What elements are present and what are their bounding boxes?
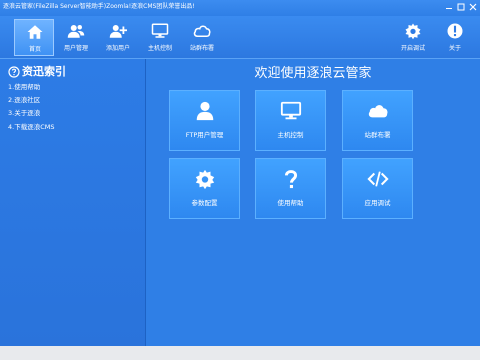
maximize-icon: [457, 3, 465, 11]
cloud-icon: [368, 105, 388, 118]
main-panel: 欢迎使用逐浪云管家 FTP用户管理 主机控制 站群布署 参数配置 使用帮助 应用…: [146, 59, 480, 346]
close-button[interactable]: [467, 1, 479, 13]
toolbar-user-management-label: 用户管理: [63, 45, 88, 52]
window-title: 逐浪云管家(FileZilla Server智能助手)Zoomla!逐浪CMS团…: [3, 3, 195, 10]
sidebar-title-text: 资迅索引: [22, 65, 66, 78]
close-icon: [469, 3, 477, 11]
home-icon: [27, 25, 43, 39]
toolbar-user-management-button[interactable]: 用户管理: [56, 19, 96, 56]
bottom-strip: [0, 346, 480, 360]
tile-app-debug-label: 应用调试: [364, 199, 391, 207]
add-user-icon: [109, 25, 127, 38]
toolbar-debug-label: 开启调试: [400, 45, 425, 52]
toolbar-home-label: 首页: [28, 46, 41, 53]
tile-app-debug[interactable]: 应用调试: [342, 158, 413, 219]
sidebar-item-help[interactable]: 1.使用帮助: [8, 83, 40, 92]
tile-usage-help[interactable]: 使用帮助: [255, 158, 326, 219]
toolbar-host-control-button[interactable]: 主机控制: [140, 19, 180, 56]
tile-host-control-label: 主机控制: [277, 131, 304, 139]
tile-ftp-user-management-label: FTP用户管理: [185, 131, 224, 139]
monitor-icon: [151, 23, 169, 38]
tile-host-control[interactable]: 主机控制: [255, 90, 326, 151]
sidebar-item-download-cms[interactable]: 4.下载逐浪CMS: [8, 123, 54, 132]
question-icon: [284, 170, 298, 189]
maximize-button[interactable]: [455, 1, 467, 13]
sidebar: 资迅索引 1.使用帮助 2.逐浪社区 3.关于逐浪 4.下载逐浪CMS: [0, 59, 146, 346]
tile-ftp-user-management[interactable]: FTP用户管理: [169, 90, 240, 151]
gear-icon: [195, 169, 215, 190]
tile-usage-help-label: 使用帮助: [277, 199, 304, 207]
minimize-icon: [446, 8, 452, 9]
toolbar-about-label: 关于: [448, 45, 461, 52]
toolbar-site-deploy-button[interactable]: 站群布署: [182, 19, 222, 56]
tile-parameter-config-label: 参数配置: [191, 199, 218, 207]
app-window: 逐浪云管家(FileZilla Server智能助手)Zoomla!逐浪CMS团…: [0, 0, 480, 346]
welcome-heading: 欢迎使用逐浪云管家: [254, 66, 372, 81]
toolbar-site-deploy-label: 站群布署: [189, 45, 214, 52]
cloud-icon: [193, 25, 211, 37]
toolbar-about-button[interactable]: 关于: [435, 19, 475, 56]
monitor-icon: [280, 101, 302, 120]
toolbar-add-user-button[interactable]: 添加用户: [98, 19, 138, 56]
toolbar-debug-button[interactable]: 开启调试: [393, 19, 433, 56]
minimize-button[interactable]: [443, 1, 455, 13]
code-icon: [367, 171, 389, 187]
info-icon: [447, 23, 463, 39]
user-icon: [196, 101, 214, 121]
users-icon: [67, 25, 85, 38]
tile-site-deploy[interactable]: 站群布署: [342, 90, 413, 151]
sidebar-item-community[interactable]: 2.逐浪社区: [8, 96, 40, 105]
toolbar-host-control-label: 主机控制: [147, 45, 172, 52]
sidebar-item-about[interactable]: 3.关于逐浪: [8, 109, 40, 118]
toolbar: 首页 用户管理 添加用户 主机控制 站群布署 开启调试 关于: [0, 16, 480, 59]
title-bar[interactable]: 逐浪云管家(FileZilla Server智能助手)Zoomla!逐浪CMS团…: [0, 0, 480, 16]
toolbar-home-button[interactable]: 首页: [14, 19, 54, 56]
tile-site-deploy-label: 站群布署: [364, 131, 391, 139]
gear-icon: [405, 23, 421, 40]
toolbar-add-user-label: 添加用户: [105, 45, 130, 52]
question-circle-icon: [8, 66, 20, 78]
tile-parameter-config[interactable]: 参数配置: [169, 158, 240, 219]
